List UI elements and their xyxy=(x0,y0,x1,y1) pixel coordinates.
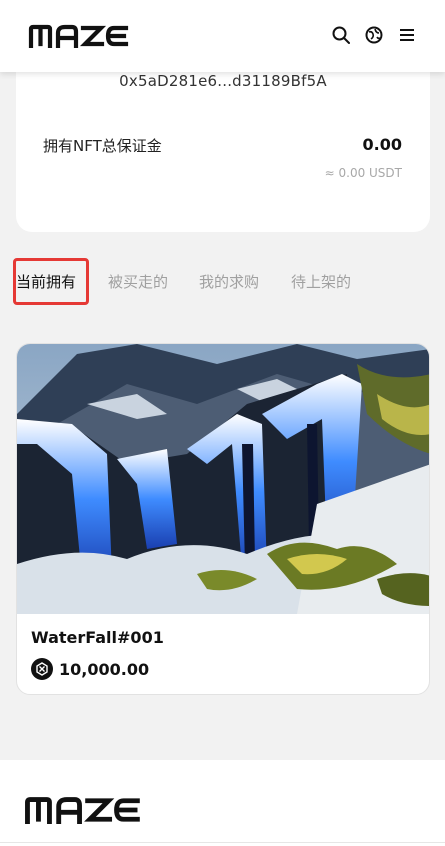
nft-image[interactable] xyxy=(17,344,429,614)
nft-card[interactable]: WaterFall#001 10,000.00 xyxy=(16,343,430,695)
top-header xyxy=(0,0,445,72)
nft-name[interactable]: WaterFall#001 xyxy=(31,628,164,647)
deposit-value: 0.00 xyxy=(362,135,402,154)
tab-pending-listing[interactable]: 待上架的 xyxy=(291,271,351,292)
footer-maze-logo[interactable] xyxy=(24,796,142,828)
footer-divider xyxy=(0,842,445,843)
wallet-address[interactable]: 0x5aD281e6...d31189Bf5A xyxy=(16,72,430,90)
deposit-label: 拥有NFT总保证金 xyxy=(43,137,162,155)
deposit-usdt-value: ≈ 0.00 USDT xyxy=(324,166,402,180)
search-icon[interactable] xyxy=(330,24,352,46)
wallet-summary-card: 0x5aD281e6...d31189Bf5A 拥有NFT总保证金 0.00 ≈… xyxy=(16,60,430,232)
page-footer xyxy=(0,760,445,846)
tab-bought-away[interactable]: 被买走的 xyxy=(108,271,168,292)
maze-logo[interactable] xyxy=(28,24,130,52)
language-icon[interactable] xyxy=(363,24,385,46)
active-tab-highlight xyxy=(13,258,89,305)
menu-icon[interactable] xyxy=(396,24,418,46)
nft-price: 10,000.00 xyxy=(59,660,150,679)
token-icon xyxy=(31,658,53,680)
tab-my-purchase-requests[interactable]: 我的求购 xyxy=(199,271,259,292)
